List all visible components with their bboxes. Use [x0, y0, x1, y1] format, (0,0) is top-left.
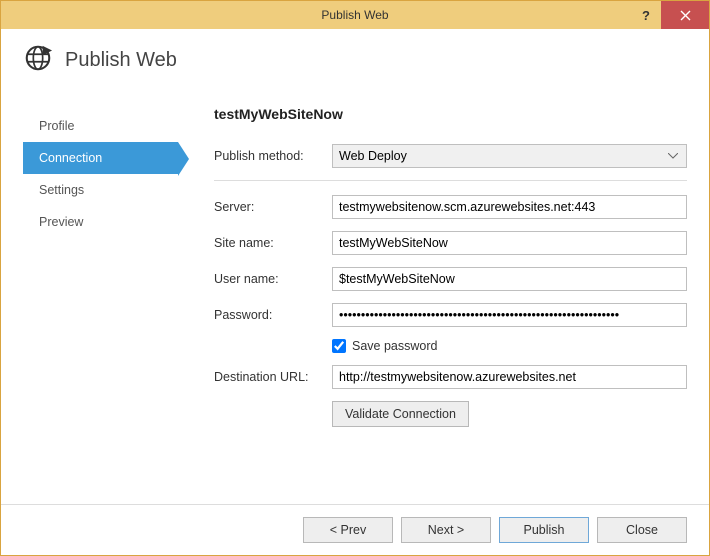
destination-url-input[interactable]	[332, 365, 687, 389]
destination-url-row: Destination URL:	[214, 365, 687, 389]
save-password-checkbox-wrap[interactable]: Save password	[332, 339, 687, 353]
dialog-title: Publish Web	[65, 49, 177, 72]
help-button[interactable]: ?	[631, 1, 661, 29]
globe-publish-icon	[23, 43, 53, 78]
validate-row: Validate Connection	[214, 401, 687, 427]
sidebar-item-settings[interactable]: Settings	[23, 174, 178, 206]
dialog-body: Profile Connection Settings Preview test…	[1, 90, 709, 504]
publish-web-dialog: Publish Web ? Publish Web Profile Connec…	[0, 0, 710, 556]
close-window-button[interactable]	[661, 1, 709, 29]
site-name-row: Site name:	[214, 231, 687, 255]
close-icon	[680, 10, 691, 21]
user-name-row: User name:	[214, 267, 687, 291]
publish-method-label: Publish method:	[214, 149, 332, 163]
site-name-input[interactable]	[332, 231, 687, 255]
server-label: Server:	[214, 200, 332, 214]
dialog-header: Publish Web	[1, 29, 709, 90]
password-input[interactable]	[332, 303, 687, 327]
validate-connection-button[interactable]: Validate Connection	[332, 401, 469, 427]
prev-button[interactable]: < Prev	[303, 517, 393, 543]
sidebar-item-preview[interactable]: Preview	[23, 206, 178, 238]
publish-method-select[interactable]: Web Deploy	[332, 144, 687, 168]
wizard-main: testMyWebSiteNow Publish method: Web Dep…	[178, 102, 687, 504]
publish-method-row: Publish method: Web Deploy	[214, 144, 687, 168]
user-name-label: User name:	[214, 272, 332, 286]
sidebar-item-connection[interactable]: Connection	[23, 142, 178, 174]
password-label: Password:	[214, 308, 332, 322]
titlebar: Publish Web ?	[1, 1, 709, 29]
window-title: Publish Web	[1, 8, 709, 22]
publish-button[interactable]: Publish	[499, 517, 589, 543]
save-password-label: Save password	[352, 339, 437, 353]
dialog-footer: < Prev Next > Publish Close	[1, 504, 709, 555]
user-name-input[interactable]	[332, 267, 687, 291]
next-button[interactable]: Next >	[401, 517, 491, 543]
titlebar-buttons: ?	[631, 1, 709, 29]
sidebar-item-profile[interactable]: Profile	[23, 110, 178, 142]
wizard-sidebar: Profile Connection Settings Preview	[23, 102, 178, 504]
server-row: Server:	[214, 195, 687, 219]
destination-url-label: Destination URL:	[214, 370, 332, 384]
password-row: Password:	[214, 303, 687, 327]
save-password-row: Save password	[214, 339, 687, 353]
close-button[interactable]: Close	[597, 517, 687, 543]
divider	[214, 180, 687, 181]
site-name-label: Site name:	[214, 236, 332, 250]
profile-name: testMyWebSiteNow	[214, 106, 687, 122]
save-password-checkbox[interactable]	[332, 339, 346, 353]
server-input[interactable]	[332, 195, 687, 219]
